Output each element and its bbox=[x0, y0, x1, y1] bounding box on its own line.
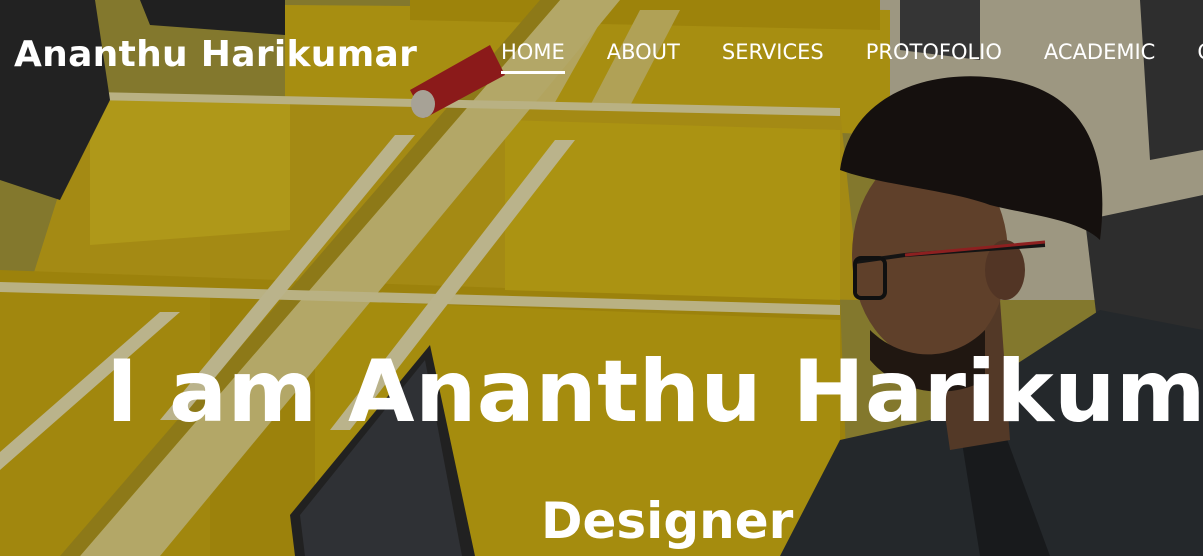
nav-contact[interactable]: C bbox=[1197, 40, 1203, 74]
nav-academic[interactable]: ACADEMIC bbox=[1044, 40, 1155, 74]
nav-menu: HOME ABOUT SERVICES PROTOFOLIO ACADEMIC … bbox=[501, 40, 1203, 74]
hero-section: Ananthu Harikumar HOME ABOUT SERVICES PR… bbox=[0, 0, 1203, 556]
nav-portfolio[interactable]: PROTOFOLIO bbox=[866, 40, 1002, 74]
nav-services[interactable]: SERVICES bbox=[722, 40, 824, 74]
nav-home[interactable]: HOME bbox=[501, 40, 565, 74]
hero-role-text: Designer bbox=[541, 492, 794, 550]
nav-about[interactable]: ABOUT bbox=[607, 40, 680, 74]
hero-headline: I am Ananthu Harikumar bbox=[106, 342, 1203, 442]
site-logo-text[interactable]: Ananthu Harikumar bbox=[14, 34, 417, 75]
top-navbar: Ananthu Harikumar HOME ABOUT SERVICES PR… bbox=[0, 0, 1203, 110]
